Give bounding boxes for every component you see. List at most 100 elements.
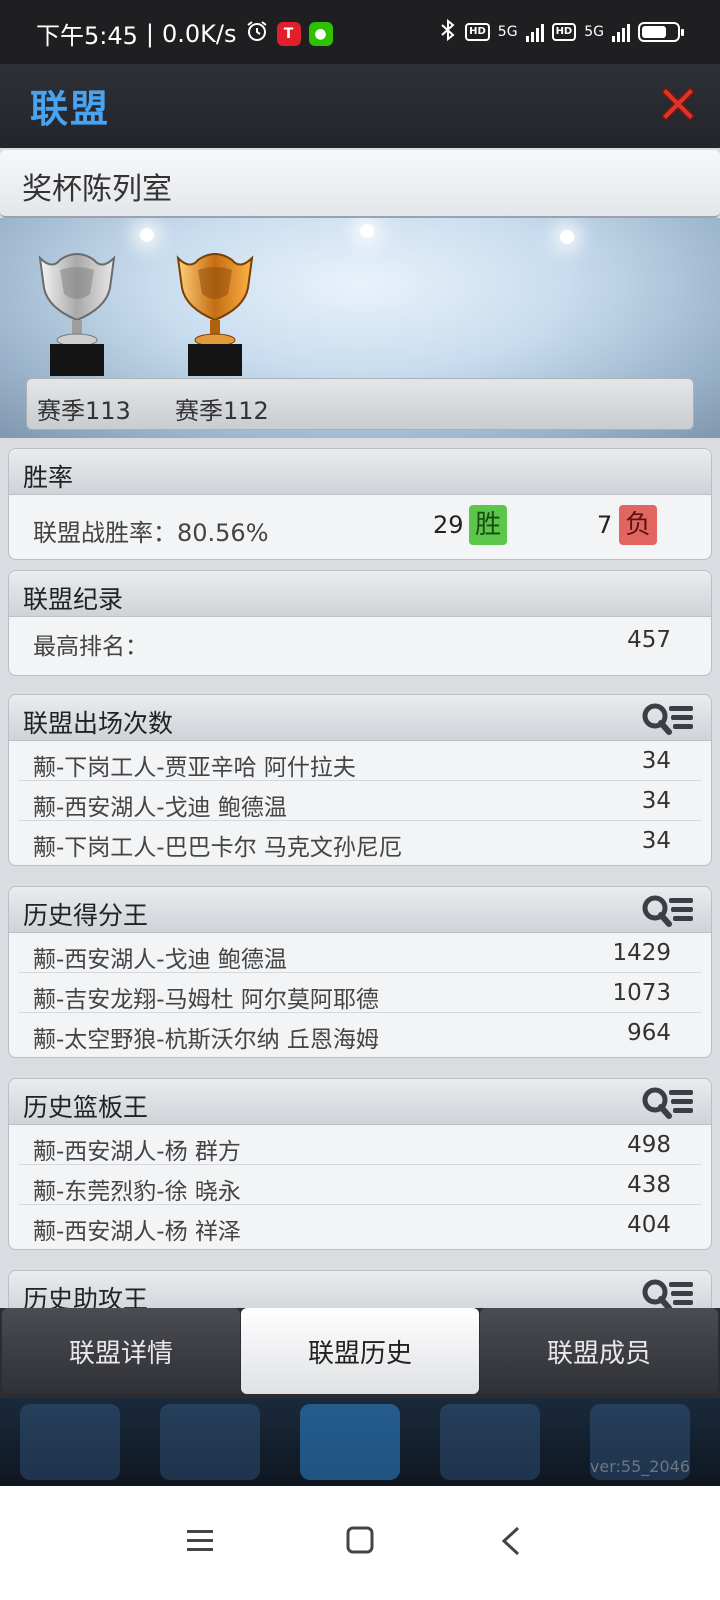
player-value: 1429 (612, 940, 671, 966)
tesla-app-icon: T (276, 21, 301, 46)
table-row: 颟-西安湖人-杨 群方 498 (19, 1125, 701, 1165)
player-value: 404 (627, 1212, 671, 1238)
tab-league-history[interactable]: 联盟历史 (241, 1308, 479, 1394)
player-name: 颟-东莞烈豹-徐 晓永 (33, 1179, 241, 1205)
player-name: 颟-西安湖人-戈迪 鲍德温 (33, 795, 287, 821)
table-row: 颟-吉安龙翔-马姆杜 阿尔莫阿耶德 1073 (19, 973, 701, 1013)
win-rate-label: 联盟战胜率：80.56% (33, 519, 269, 547)
stadium-light (560, 230, 574, 244)
status-right: HD 5G HD 5G (439, 18, 684, 46)
card-title: 历史篮板王 (23, 1093, 149, 1122)
scoring-card: 历史得分王 颟-西安湖人-戈迪 鲍德温 1429 颟-吉安龙翔-马姆杜 阿尔莫阿… (8, 886, 712, 1058)
losses-count: 7 (597, 511, 613, 539)
alarm-icon (245, 19, 269, 49)
record-card: 联盟纪录 最高排名： 457 (8, 570, 712, 676)
card-title: 联盟纪录 (23, 585, 124, 614)
battery-icon (638, 22, 684, 42)
player-value: 1073 (612, 980, 671, 1006)
signal-icon-2 (612, 22, 630, 42)
signal-5g-label-2: 5G (584, 24, 604, 40)
card-title: 联盟出场次数 (23, 709, 174, 738)
stadium-light (140, 228, 154, 242)
win-rate-row: 联盟战胜率：80.56% 29 胜 7 负 (9, 495, 711, 559)
rebounds-card: 历史篮板王 颟-西安湖人-杨 群方 498 颟-东莞烈豹-徐 晓永 438 颟-… (8, 1078, 712, 1250)
trophy-showcase: 赛季113 赛季112 (0, 218, 720, 438)
list-search-icon[interactable] (641, 893, 695, 927)
player-value: 34 (641, 828, 671, 854)
hd-icon-2: HD (551, 23, 577, 41)
table-row: 颟-西安湖人-戈迪 鲍德温 1429 (19, 933, 701, 973)
table-row: 颟-东莞烈豹-徐 晓永 438 (19, 1165, 701, 1205)
card-header: 历史得分王 (9, 887, 711, 933)
menu-icon-4[interactable] (440, 1404, 540, 1480)
page-title: 联盟 (30, 87, 111, 131)
card-header: 联盟纪录 (9, 571, 711, 617)
list-search-icon[interactable] (641, 701, 695, 735)
game-menu-bar: ver:55_2046 (0, 1398, 720, 1486)
battery-level (642, 26, 666, 38)
trophy-labels: 赛季113 赛季112 (26, 378, 694, 430)
player-value: 498 (627, 1132, 671, 1158)
table-row: 颟-西安湖人-戈迪 鲍德温 34 (19, 781, 701, 821)
record-value: 457 (627, 627, 671, 653)
player-value: 34 (641, 748, 671, 774)
player-name: 颟-下岗工人-贾亚辛哈 阿什拉夫 (33, 755, 356, 781)
trophy-label: 赛季112 (175, 397, 269, 425)
tab-league-details[interactable]: 联盟详情 (2, 1308, 240, 1394)
signal-5g-label: 5G (497, 24, 518, 40)
player-value: 964 (627, 1020, 671, 1046)
table-row: 颟-太空野狼-杭斯沃尔纳 丘恩海姆 964 (19, 1013, 701, 1053)
table-row: 颟-下岗工人-巴巴卡尔 马克文孙尼厄 34 (19, 821, 701, 861)
status-left: 下午5:45 | 0.0K/s T ● (36, 16, 333, 51)
version-label: ver:55_2046 (589, 1457, 690, 1476)
card-title: 胜率 (23, 463, 74, 492)
history-content[interactable]: 奖杯陈列室 赛季113 赛季112 胜率 联盟战胜率：80.56% 29 胜 7… (0, 148, 720, 1332)
trophy-room-header: 奖杯陈列室 (0, 150, 720, 218)
player-name: 颟-吉安龙翔-马姆杜 阿尔莫阿耶德 (33, 987, 379, 1013)
gold-trophy-icon[interactable] (170, 248, 260, 378)
title-bar: 联盟 (0, 64, 720, 148)
table-row: 颟-下岗工人-贾亚辛哈 阿什拉夫 34 (19, 741, 701, 781)
home-icon[interactable] (346, 1526, 374, 1558)
list-search-icon[interactable] (641, 1277, 695, 1311)
record-row: 最高排名： 457 (19, 617, 701, 667)
league-icon[interactable] (300, 1404, 400, 1480)
card-title: 历史得分王 (23, 901, 149, 930)
status-speed: 0.0K/s (162, 19, 237, 48)
lose-badge: 负 (619, 505, 657, 545)
currency-icon[interactable] (160, 1404, 260, 1480)
player-name: 颟-西安湖人-戈迪 鲍德温 (33, 947, 287, 973)
bluetooth-icon (439, 18, 457, 46)
player-name: 颟-下岗工人-巴巴卡尔 马克文孙尼厄 (33, 835, 402, 861)
menu-icon[interactable] (186, 1528, 214, 1558)
back-icon[interactable] (500, 1526, 522, 1560)
status-separator: | (145, 19, 154, 48)
signal-icon (525, 22, 544, 42)
hd-icon: HD (465, 23, 490, 41)
table-row: 颟-西安湖人-杨 祥泽 404 (19, 1205, 701, 1245)
appearances-card: 联盟出场次数 颟-下岗工人-贾亚辛哈 阿什拉夫 34 颟-西安湖人-戈迪 鲍德温… (8, 694, 712, 866)
card-header: 胜率 (9, 449, 711, 495)
player-name: 颟-太空野狼-杭斯沃尔纳 丘恩海姆 (33, 1027, 379, 1053)
record-label: 最高排名： (33, 634, 148, 660)
menu-icon-1[interactable] (20, 1404, 120, 1480)
player-name: 颟-西安湖人-杨 群方 (33, 1139, 241, 1165)
status-bar: 下午5:45 | 0.0K/s T ● HD 5G HD 5G (0, 0, 720, 64)
wechat-app-icon: ● (308, 21, 333, 46)
player-value: 438 (627, 1172, 671, 1198)
wins-count: 29 (433, 511, 464, 539)
close-icon[interactable] (656, 82, 700, 126)
trophy-room-title: 奖杯陈列室 (22, 172, 172, 207)
silver-trophy-icon[interactable] (32, 248, 122, 378)
card-header: 联盟出场次数 (9, 695, 711, 741)
stadium-light (360, 224, 374, 238)
player-value: 34 (641, 788, 671, 814)
list-search-icon[interactable] (641, 1085, 695, 1119)
player-name: 颟-西安湖人-杨 祥泽 (33, 1219, 241, 1245)
system-nav-bar (0, 1486, 720, 1600)
card-header: 历史篮板王 (9, 1079, 711, 1125)
bottom-tabs: 联盟详情 联盟历史 联盟成员 (0, 1308, 720, 1398)
status-time: 下午5:45 (36, 22, 138, 50)
win-rate-card: 胜率 联盟战胜率：80.56% 29 胜 7 负 (8, 448, 712, 560)
tab-league-members[interactable]: 联盟成员 (480, 1308, 718, 1394)
